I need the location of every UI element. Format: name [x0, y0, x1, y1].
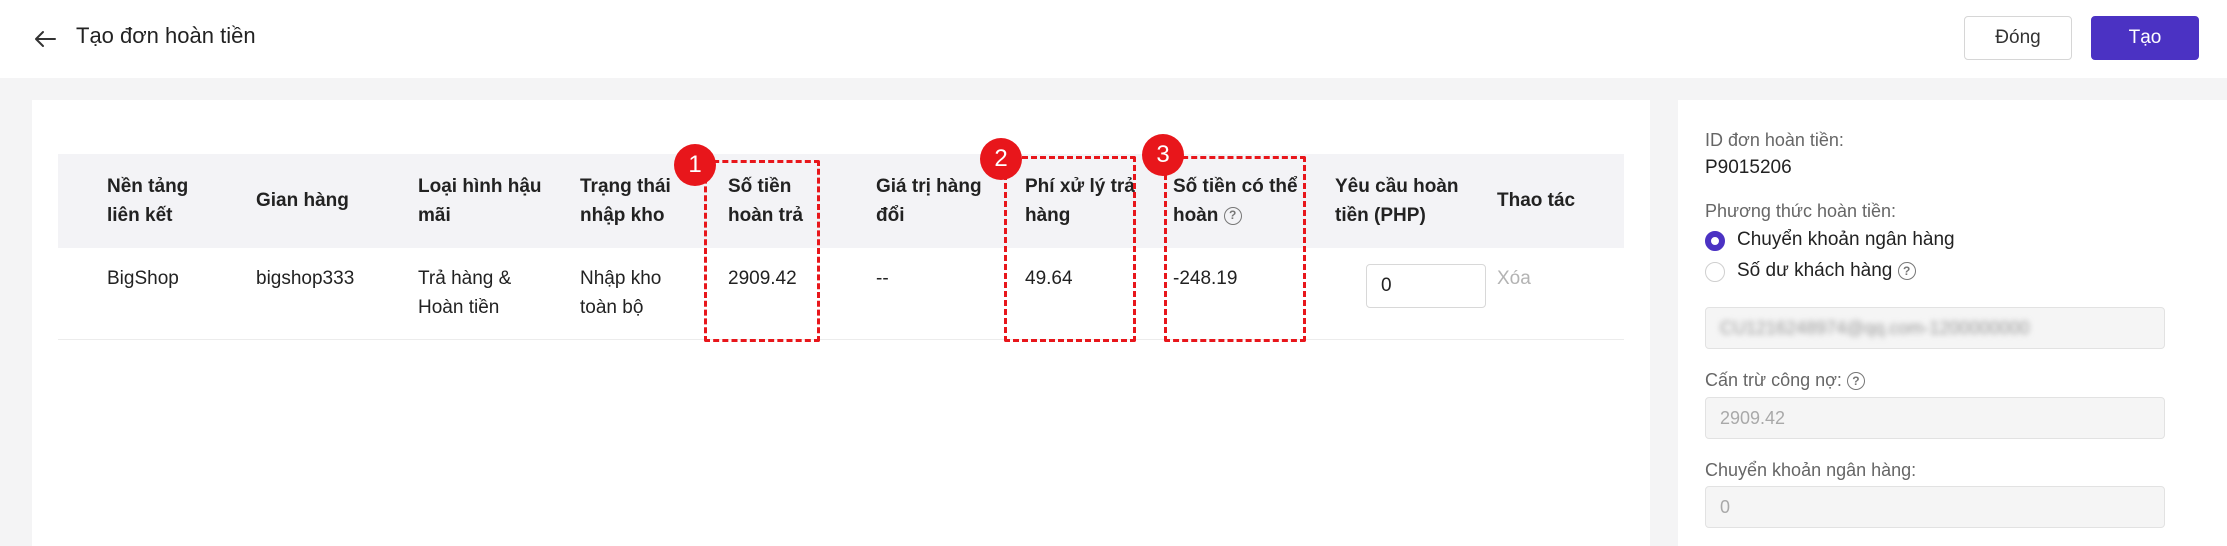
radio-label-customer-balance[interactable]: Số dư khách hàng ?	[1737, 260, 1916, 282]
bank-transfer-amount-label: Chuyển khoản ngân hàng:	[1705, 460, 1917, 480]
column-header-shop: Gian hàng	[256, 190, 349, 211]
annotation-box-3	[1164, 156, 1306, 342]
page-header: Tạo đơn hoàn tiền Đóng Tạo	[0, 0, 2227, 78]
annotation-box-1	[704, 160, 820, 342]
cell-stock-status: Nhập kho toàn bộ	[580, 268, 662, 318]
annotation-badge-1: 1	[674, 144, 716, 186]
cell-exchange-value: --	[876, 268, 889, 289]
cell-platform: BigShop	[107, 268, 179, 289]
column-header-aftersale-type: Loại hình hậu mãi	[418, 176, 542, 226]
debt-offset-label: Cấn trừ công nợ: ?	[1705, 370, 1865, 391]
annotation-badge-2: 2	[980, 138, 1022, 180]
cell-aftersale-type: Trả hàng & Hoàn tiền	[418, 268, 512, 318]
column-header-stock-status: Trạng thái nhập kho	[580, 176, 671, 226]
bank-account-field[interactable]: CU1216248974@qq.com-1200000000	[1705, 307, 2165, 349]
page-title: Tạo đơn hoàn tiền	[76, 23, 256, 48]
table-row: BigShop bigshop333 Trả hàng & Hoàn tiền N…	[58, 248, 1624, 340]
close-button[interactable]: Đóng	[1964, 16, 2072, 60]
column-header-refund-request: Yêu cầu hoàn tiền (PHP)	[1335, 176, 1459, 226]
help-icon[interactable]: ?	[1897, 261, 1916, 280]
annotation-box-2	[1004, 156, 1136, 342]
refund-request-input[interactable]	[1366, 264, 1486, 308]
radio-customer-balance[interactable]	[1705, 262, 1725, 282]
refund-method-label: Phương thức hoàn tiền:	[1705, 201, 1897, 221]
help-icon[interactable]: ?	[1846, 372, 1865, 391]
bank-transfer-amount-field[interactable]: 0	[1705, 486, 2165, 528]
back-arrow-icon[interactable]	[30, 24, 60, 54]
create-button[interactable]: Tạo	[2091, 16, 2199, 60]
delete-link[interactable]: Xóa	[1497, 264, 1531, 293]
radio-bank-transfer[interactable]	[1705, 231, 1725, 251]
column-header-platform: Nền tảng liên kết	[107, 176, 189, 226]
annotation-badge-3: 3	[1142, 134, 1184, 176]
refund-id-label: ID đơn hoàn tiền:	[1705, 130, 1844, 150]
refund-id-value: P9015206	[1705, 157, 1792, 178]
column-header-exchange-value: Giá trị hàng đổi	[876, 176, 982, 226]
radio-label-bank-transfer[interactable]: Chuyển khoản ngân hàng	[1737, 229, 1955, 251]
refund-items-card: Nền tảng liên kết Gian hàng Loại hình hậu…	[32, 100, 1650, 546]
table-header: Nền tảng liên kết Gian hàng Loại hình hậu…	[58, 154, 1624, 248]
column-header-actions: Thao tác	[1497, 190, 1576, 211]
cell-shop: bigshop333	[256, 268, 355, 289]
refund-info-panel: ID đơn hoàn tiền: P9015206 Phương thức h…	[1678, 100, 2227, 546]
debt-offset-field[interactable]: 2909.42	[1705, 397, 2165, 439]
